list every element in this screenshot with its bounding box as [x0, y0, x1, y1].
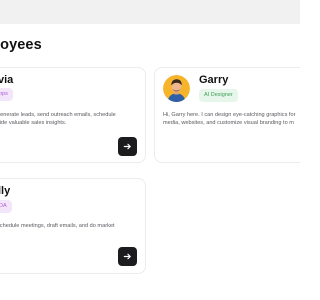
arrow-right-icon	[123, 143, 131, 150]
open-employee-button[interactable]	[118, 247, 137, 266]
description-line: vide valuable sales insights.	[0, 120, 67, 127]
open-employee-button[interactable]	[118, 137, 137, 156]
employee-name: Garry	[199, 74, 229, 86]
employee-description: Hi, Garry here. I can design eye-catchin…	[163, 111, 295, 127]
description-line: media, websites, and customize visual br…	[163, 120, 294, 127]
arrow-right-icon	[123, 253, 131, 260]
employee-description: generate leads, send outreach emails, sc…	[0, 111, 116, 127]
employee-name: lly	[0, 185, 11, 197]
page: loyees via ops generate leads, send outr…	[0, 0, 300, 300]
role-badge: ops	[0, 88, 13, 101]
description-line: generate leads, send outreach emails, sc…	[0, 112, 116, 118]
page-title: loyees	[0, 37, 42, 53]
description-line: schedule meetings, draft emails, and do …	[0, 223, 115, 229]
employee-description: schedule meetings, draft emails, and do …	[0, 222, 115, 230]
avatar	[163, 75, 190, 102]
role-badge: AI Designer	[199, 89, 238, 102]
top-bar	[0, 0, 300, 24]
description-line: Hi, Garry here. I can design eye-catchin…	[163, 112, 296, 118]
employee-name: via	[0, 74, 14, 86]
role-badge: DA	[0, 200, 12, 213]
